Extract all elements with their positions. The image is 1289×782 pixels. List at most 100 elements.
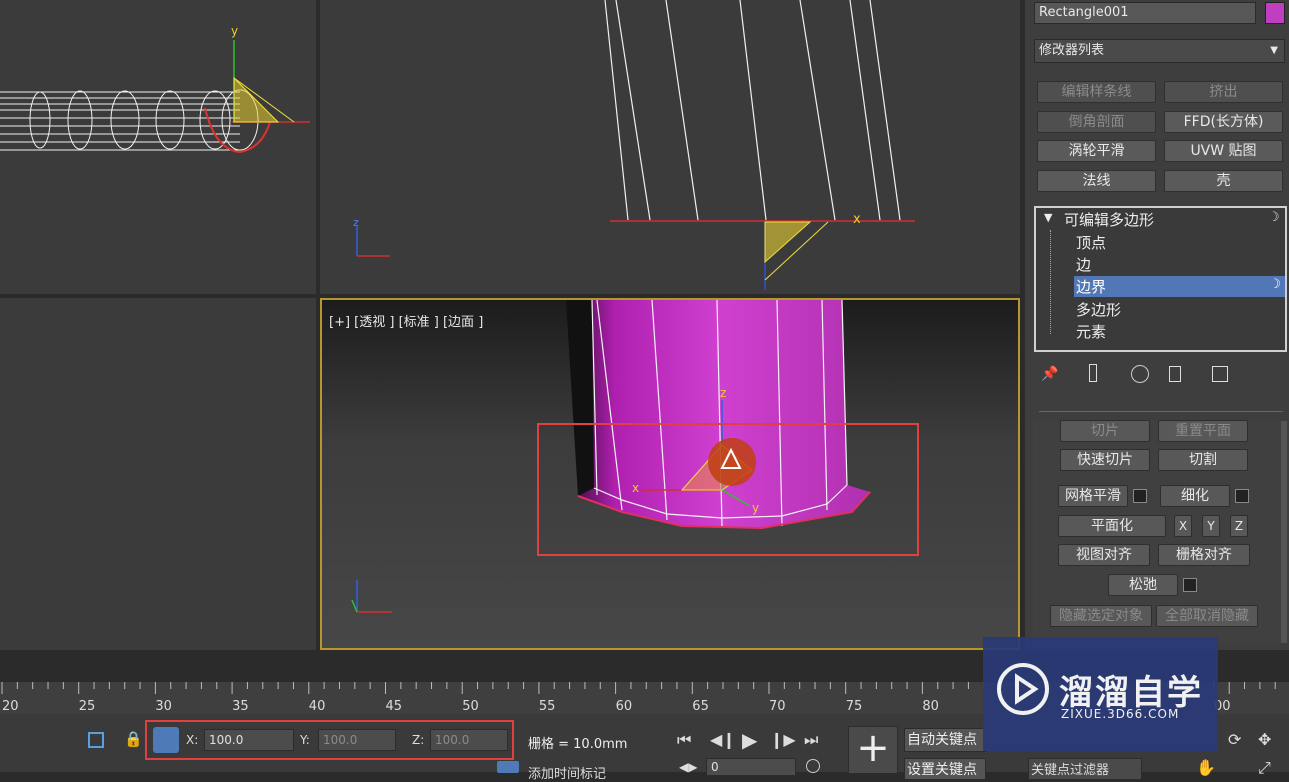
stack-item-element[interactable]: 元素 (1076, 321, 1106, 342)
modifier-stack[interactable]: ▼ 可编辑多边形 ☽ 顶点 边 边界 ☽ 多边形 元素 (1034, 206, 1287, 352)
timeline-tick-label: 65 (692, 699, 709, 714)
make-planar-button[interactable]: 平面化 (1058, 515, 1166, 537)
walkthrough-icon[interactable]: ✥ (1258, 730, 1271, 749)
next-frame-icon[interactable]: ❙▶ (770, 730, 796, 749)
grid-size-readout: 栅格 = 10.0mm (528, 737, 628, 752)
key-filter-button[interactable]: 关键点过滤器 (1028, 758, 1142, 780)
previous-frame-icon[interactable]: ◀❙ (710, 730, 736, 749)
light-bulb-icon[interactable]: ☽ (1268, 210, 1280, 225)
maximize-viewport-icon[interactable]: ⤢ (1258, 758, 1271, 778)
stack-item-border-label: 边界 (1076, 278, 1107, 296)
hide-selected-button[interactable]: 隐藏选定对象 (1050, 605, 1152, 627)
timeline-tick-label: 70 (769, 699, 786, 714)
modifier-button-shell[interactable]: 壳 (1164, 170, 1283, 192)
cut-button[interactable]: 切割 (1158, 449, 1248, 471)
grid-align-button[interactable]: 栅格对齐 (1158, 544, 1250, 566)
modifier-button-extrude[interactable]: 挤出 (1164, 81, 1283, 103)
stack-item-polygon[interactable]: 多边形 (1076, 299, 1121, 320)
stack-item-edge[interactable]: 边 (1076, 254, 1091, 275)
add-time-tag-label[interactable]: 添加时间标记 (528, 763, 606, 782)
timeline-tick-label: 20 (2, 699, 19, 714)
modifier-button-normal[interactable]: 法线 (1037, 170, 1156, 192)
tessellate-settings-icon[interactable] (1235, 489, 1249, 503)
configure-modifier-sets-icon[interactable] (1212, 366, 1228, 382)
stack-tree-line (1050, 230, 1052, 334)
watermark-url: ZIXUE.3D66.COM (1061, 707, 1180, 721)
modifier-button-bevel-profile[interactable]: 倒角剖面 (1037, 111, 1156, 133)
timeline-tick-label: 50 (462, 699, 479, 714)
key-filter-label: 关键点过滤器 (1031, 763, 1110, 778)
play-logo-icon (997, 663, 1049, 715)
timeline-tick-label: 45 (386, 699, 403, 714)
stack-item-vertex[interactable]: 顶点 (1076, 232, 1106, 253)
go-to-start-icon[interactable]: ⏮ (677, 730, 691, 750)
set-key-button[interactable]: 设置关键点 (904, 758, 986, 780)
auto-key-button[interactable]: 自动关键点 (904, 728, 986, 752)
viewport-top-left[interactable]: y (0, 0, 316, 294)
modifier-list-label: 修改器列表 (1039, 43, 1105, 58)
panel-divider (1039, 411, 1283, 412)
relax-button[interactable]: 松弛 (1108, 574, 1178, 596)
pan-hand-icon[interactable]: ✋ (1196, 758, 1216, 777)
meshsmooth-button[interactable]: 网格平滑 (1058, 485, 1128, 507)
viewport-bottom-left[interactable] (0, 298, 316, 650)
view-align-button[interactable]: 视图对齐 (1058, 544, 1150, 566)
lock-icon[interactable]: 🔒 (124, 730, 143, 748)
make-planar-z-button[interactable]: Z (1230, 515, 1248, 537)
play-icon[interactable]: ▶ (742, 728, 757, 752)
timeline-tick-label: 55 (539, 699, 556, 714)
current-frame-field[interactable]: 0 (706, 758, 796, 776)
axis-tripod (0, 298, 316, 650)
modifier-button-uvw-map[interactable]: UVW 贴图 (1164, 140, 1283, 162)
add-time-tag-icon[interactable] (497, 761, 519, 773)
coordinate-highlight-box (145, 720, 514, 760)
gizmo-z-label: z (720, 386, 726, 400)
pin-stack-icon[interactable]: 📌 (1041, 366, 1058, 382)
zoom-selected-icon[interactable] (88, 732, 104, 748)
show-end-result-icon[interactable] (1089, 364, 1097, 382)
unhide-all-button[interactable]: 全部取消隐藏 (1156, 605, 1258, 627)
axis-x-label: x (853, 212, 861, 227)
modifier-list-dropdown[interactable]: 修改器列表 ▼ (1034, 39, 1285, 63)
stack-item-border-selected[interactable]: 边界 ☽ (1074, 276, 1285, 297)
timeline-tick-label: 25 (79, 699, 96, 714)
set-key-label: 设置关键点 (907, 762, 977, 778)
meshsmooth-settings-icon[interactable] (1133, 489, 1147, 503)
watermark: 溜溜自学 ZIXUE.3D66.COM (983, 637, 1218, 751)
chevron-down-icon: ▼ (1270, 45, 1278, 56)
remove-modifier-icon[interactable] (1169, 366, 1181, 382)
modifier-button-ffd-box[interactable]: FFD(长方体) (1164, 111, 1283, 133)
timeline-tick-label: 60 (616, 699, 633, 714)
panel-scrollbar[interactable] (1281, 421, 1287, 643)
make-unique-icon[interactable] (1131, 365, 1149, 383)
object-color-swatch[interactable] (1265, 2, 1285, 24)
modifier-button-edit-spline[interactable]: 编辑样条线 (1037, 81, 1156, 103)
reset-plane-button[interactable]: 重置平面 (1158, 420, 1248, 442)
auto-key-label: 自动关键点 (907, 732, 977, 748)
timeline-tick-label: 75 (846, 699, 863, 714)
set-key-big-button[interactable]: + (848, 726, 898, 774)
tessellate-button[interactable]: 细化 (1160, 485, 1230, 507)
axis-y-label: y (231, 24, 238, 38)
object-name-field[interactable]: Rectangle001 (1034, 2, 1256, 24)
quick-slice-button[interactable]: 快速切片 (1060, 449, 1150, 471)
stack-root-editable-poly[interactable]: 可编辑多边形 (1064, 209, 1154, 230)
viewport-top-right[interactable]: x z (320, 0, 1020, 294)
viewport-perspective[interactable]: [+] [透视 ] [标准 ] [边面 ] z x y (320, 298, 1020, 650)
wireframe-pillar: x z (353, 0, 915, 290)
timeline-tick-label: 40 (309, 699, 326, 714)
go-to-end-icon[interactable]: ⏭ (804, 730, 818, 750)
timeline-tick-label: 35 (232, 699, 249, 714)
modifier-button-turbosmooth[interactable]: 涡轮平滑 (1037, 140, 1156, 162)
slice-button[interactable]: 切片 (1060, 420, 1150, 442)
wireframe-cylinder-horizontal: y (0, 24, 310, 154)
relax-settings-icon[interactable] (1183, 578, 1197, 592)
make-planar-x-button[interactable]: X (1174, 515, 1192, 537)
orbit-icon[interactable]: ⟳ (1228, 730, 1241, 749)
axis-z-label: z (353, 216, 359, 229)
make-planar-y-button[interactable]: Y (1202, 515, 1220, 537)
timeline-tick-label: 30 (155, 699, 172, 714)
expand-triangle-icon[interactable]: ▼ (1044, 211, 1052, 224)
highlight-boundary-box (537, 423, 919, 556)
time-config-icon[interactable] (806, 759, 820, 773)
